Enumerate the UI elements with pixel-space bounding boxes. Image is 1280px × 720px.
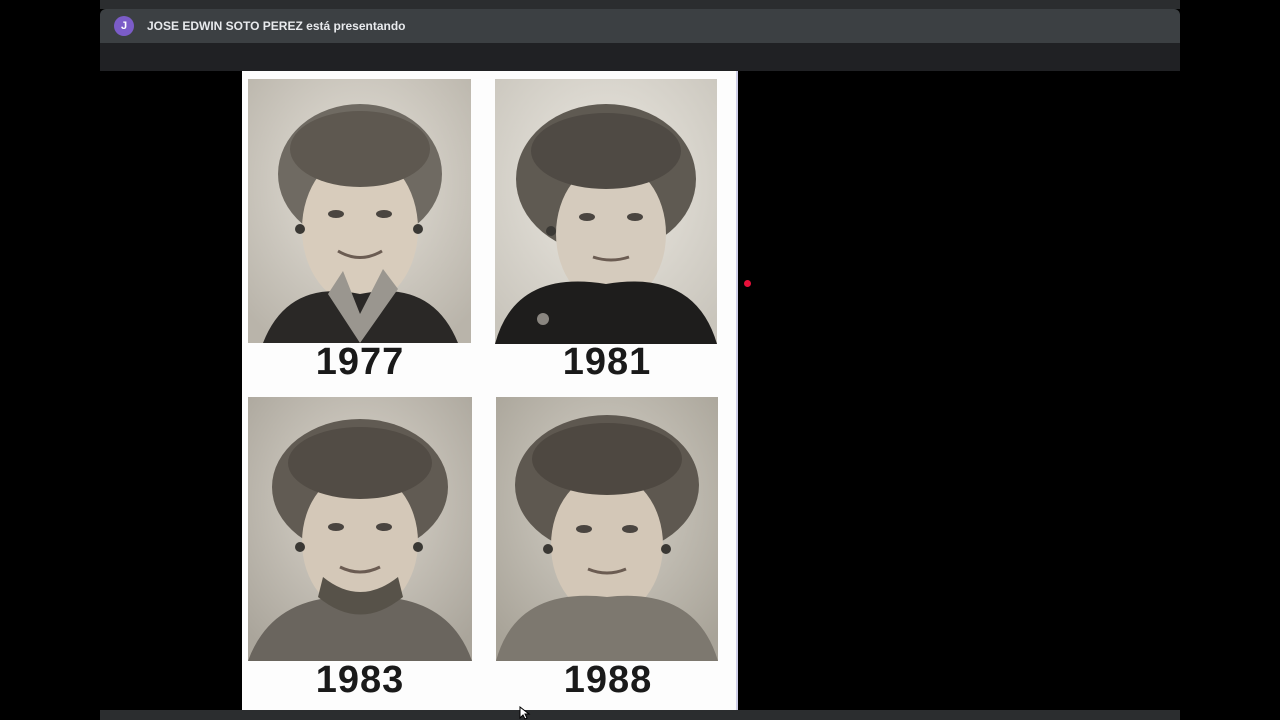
year-label-1977: 1977	[315, 341, 405, 383]
year-label-1983: 1983	[315, 659, 405, 701]
portrait-photo-1977	[248, 79, 471, 343]
year-label-1988: 1988	[563, 659, 653, 701]
year-label-1981: 1981	[562, 341, 652, 383]
laser-pointer-dot	[744, 280, 751, 287]
presenter-banner: J JOSE EDWIN SOTO PEREZ está presentando	[100, 9, 1180, 43]
presentation-toolbar-area	[100, 43, 1180, 71]
presenter-avatar: J	[114, 16, 134, 36]
portrait-photo-1983	[248, 397, 472, 661]
meeting-stage: J JOSE EDWIN SOTO PEREZ está presentando	[100, 0, 1180, 720]
portrait-photo-1981	[495, 79, 717, 344]
window-top-strip	[100, 0, 1180, 9]
presenter-label: JOSE EDWIN SOTO PEREZ está presentando	[147, 19, 406, 33]
bottom-control-strip	[100, 710, 1180, 720]
shared-slide: 1977 1981 1983 1988	[242, 71, 738, 710]
mouse-cursor-icon	[519, 706, 531, 720]
portrait-photo-1988	[496, 397, 718, 661]
